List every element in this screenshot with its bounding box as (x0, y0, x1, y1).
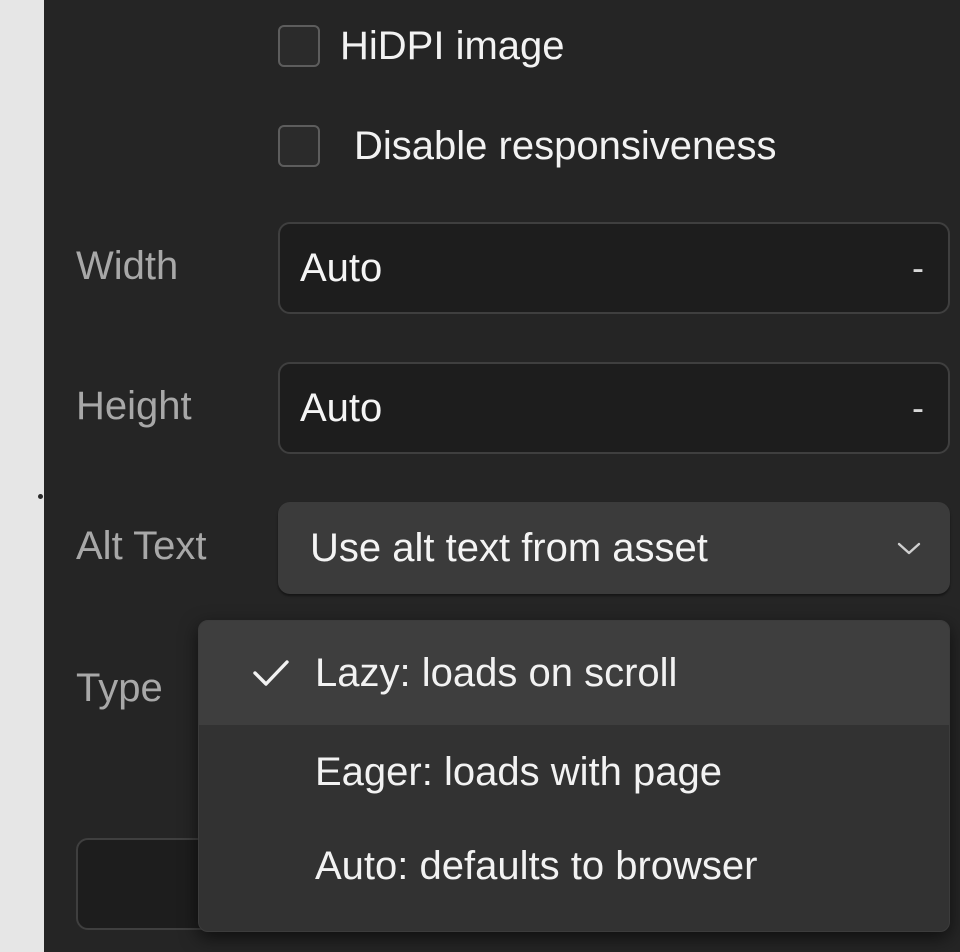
alt-text-select[interactable]: Use alt text from asset (278, 502, 950, 594)
height-label: Height (76, 384, 192, 428)
type-option-lazy[interactable]: Lazy: loads on scroll (199, 621, 949, 725)
alt-text-label: Alt Text (76, 524, 207, 568)
height-unit[interactable]: - (912, 387, 924, 429)
disable-responsiveness-checkbox[interactable] (278, 125, 320, 167)
width-value: Auto (300, 245, 383, 290)
type-option-lazy-label: Lazy: loads on scroll (315, 650, 678, 695)
type-option-eager[interactable]: Eager: loads with page (199, 725, 949, 819)
hidpi-checkbox[interactable] (278, 25, 320, 67)
canvas-edge (0, 0, 44, 952)
height-value: Auto (300, 385, 383, 430)
alt-text-value: Use alt text from asset (310, 525, 708, 570)
type-dropdown-menu: Lazy: loads on scroll Eager: loads with … (198, 620, 950, 932)
image-settings-screen: HiDPI image Disable responsiveness Width… (0, 0, 960, 952)
disable-responsiveness-option[interactable]: Disable responsiveness (278, 122, 776, 170)
width-input[interactable]: Auto - (278, 222, 950, 314)
hidpi-option[interactable]: HiDPI image (278, 22, 565, 70)
type-label: Type (76, 666, 163, 710)
type-option-eager-label: Eager: loads with page (315, 749, 722, 794)
checkmark-icon (251, 653, 291, 693)
width-unit[interactable]: - (912, 247, 924, 289)
chevron-down-icon (896, 535, 922, 561)
type-option-auto-label: Auto: defaults to browser (315, 843, 758, 888)
edge-marker (38, 494, 43, 499)
width-label: Width (76, 244, 179, 288)
disable-responsiveness-label: Disable responsiveness (354, 123, 777, 168)
type-option-auto[interactable]: Auto: defaults to browser (199, 819, 949, 913)
hidpi-label: HiDPI image (340, 23, 565, 68)
height-input[interactable]: Auto - (278, 362, 950, 454)
